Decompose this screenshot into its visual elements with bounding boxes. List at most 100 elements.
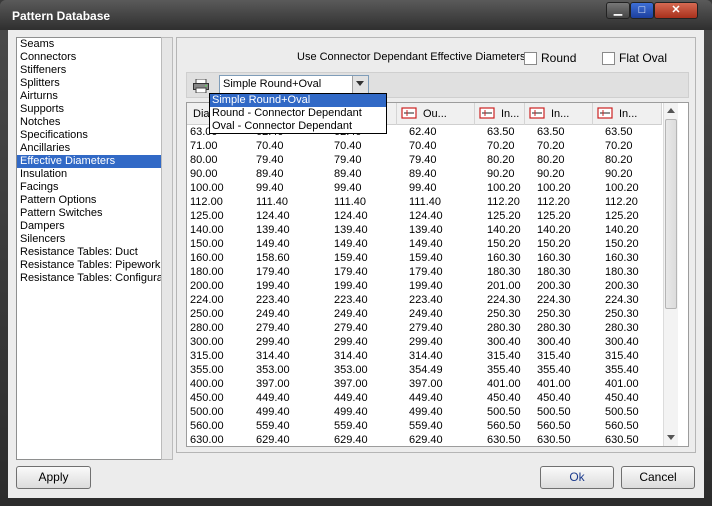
table-cell[interactable]: 250.00 bbox=[190, 307, 224, 321]
table-cell[interactable]: 279.40 bbox=[409, 321, 443, 335]
table-cell[interactable]: 201.00 bbox=[487, 279, 521, 293]
table-row[interactable]: 200.00 199.40 199.40 199.40 201.00 200.30 200.… bbox=[187, 279, 662, 293]
table-vertical-scrollbar[interactable] bbox=[663, 103, 678, 446]
table-cell[interactable]: 179.40 bbox=[409, 265, 443, 279]
table-row[interactable]: 71.00 70.40 70.40 70.40 70.20 70.20 70.20 bbox=[187, 139, 662, 153]
nav-item[interactable]: Ancillaries bbox=[17, 142, 168, 155]
nav-item[interactable]: Resistance Tables: Pipework bbox=[17, 259, 168, 272]
table-cell[interactable]: 299.40 bbox=[409, 335, 443, 349]
table-cell[interactable]: 280.30 bbox=[605, 321, 639, 335]
table-cell[interactable]: 355.40 bbox=[537, 363, 571, 377]
table-cell[interactable]: 180.00 bbox=[190, 265, 224, 279]
table-cell[interactable]: 353.00 bbox=[256, 363, 290, 377]
column-header[interactable]: Ou... bbox=[397, 103, 475, 125]
table-row[interactable]: 125.00 124.40 124.40 124.40 125.20 125.20 125.… bbox=[187, 209, 662, 223]
table-cell[interactable]: 71.00 bbox=[190, 139, 218, 153]
table-cell[interactable]: 79.40 bbox=[334, 153, 362, 167]
table-cell[interactable]: 280.30 bbox=[487, 321, 521, 335]
table-cell[interactable]: 499.40 bbox=[334, 405, 368, 419]
table-cell[interactable]: 250.30 bbox=[537, 307, 571, 321]
cancel-button[interactable]: Cancel bbox=[621, 466, 695, 489]
nav-item[interactable]: Insulation bbox=[17, 168, 168, 181]
table-cell[interactable]: 401.00 bbox=[605, 377, 639, 391]
table-cell[interactable]: 224.00 bbox=[190, 293, 224, 307]
ok-button[interactable]: Ok bbox=[540, 466, 614, 489]
table-cell[interactable]: 400.00 bbox=[190, 377, 224, 391]
table-cell[interactable]: 200.30 bbox=[537, 279, 571, 293]
table-cell[interactable]: 112.20 bbox=[537, 195, 570, 209]
printer-icon[interactable] bbox=[193, 78, 209, 94]
table-cell[interactable]: 89.40 bbox=[256, 167, 284, 181]
table-row[interactable]: 400.00 397.00 397.00 397.00 401.00 401.00 401.… bbox=[187, 377, 662, 391]
table-cell[interactable]: 449.40 bbox=[256, 391, 290, 405]
table-cell[interactable]: 90.20 bbox=[605, 167, 633, 181]
table-cell[interactable]: 315.00 bbox=[190, 349, 224, 363]
nav-item[interactable]: Dampers bbox=[17, 220, 168, 233]
table-cell[interactable]: 180.30 bbox=[537, 265, 571, 279]
table-cell[interactable]: 499.40 bbox=[409, 405, 443, 419]
table-row[interactable]: 150.00 149.40 149.40 149.40 150.20 150.20 150.… bbox=[187, 237, 662, 251]
table-cell[interactable]: 630.50 bbox=[537, 433, 571, 446]
table-cell[interactable]: 315.40 bbox=[537, 349, 571, 363]
dropdown-option[interactable]: Oval - Connector Dependant bbox=[210, 120, 386, 133]
table-cell[interactable]: 100.00 bbox=[190, 181, 224, 195]
table-cell[interactable]: 140.00 bbox=[190, 223, 224, 237]
table-cell[interactable]: 80.20 bbox=[487, 153, 515, 167]
table-cell[interactable]: 630.50 bbox=[487, 433, 521, 446]
table-cell[interactable]: 125.20 bbox=[487, 209, 521, 223]
table-cell[interactable]: 199.40 bbox=[256, 279, 290, 293]
table-cell[interactable]: 314.40 bbox=[409, 349, 443, 363]
scroll-up-icon[interactable] bbox=[667, 108, 675, 113]
table-cell[interactable]: 150.20 bbox=[487, 237, 521, 251]
table-cell[interactable]: 560.50 bbox=[487, 419, 521, 433]
nav-item[interactable]: Airturns bbox=[17, 90, 168, 103]
table-cell[interactable]: 180.30 bbox=[487, 265, 521, 279]
table-cell[interactable]: 560.50 bbox=[605, 419, 639, 433]
table-cell[interactable]: 90.20 bbox=[537, 167, 565, 181]
nav-item[interactable]: Resistance Tables: Duct bbox=[17, 246, 168, 259]
table-cell[interactable]: 112.00 bbox=[190, 195, 223, 209]
table-row[interactable]: 160.00 158.60 159.40 159.40 160.30 160.30 160.… bbox=[187, 251, 662, 265]
table-cell[interactable]: 397.00 bbox=[256, 377, 290, 391]
table-cell[interactable]: 450.40 bbox=[605, 391, 639, 405]
nav-item[interactable]: Connectors bbox=[17, 51, 168, 64]
table-cell[interactable]: 124.40 bbox=[256, 209, 290, 223]
table-cell[interactable]: 112.20 bbox=[487, 195, 520, 209]
table-cell[interactable]: 629.40 bbox=[409, 433, 443, 446]
table-cell[interactable]: 449.40 bbox=[409, 391, 443, 405]
table-row[interactable]: 112.00 111.40 111.40 111.40 112.20 112.20 112.… bbox=[187, 195, 662, 209]
table-cell[interactable]: 111.40 bbox=[256, 195, 288, 209]
table-cell[interactable]: 224.30 bbox=[537, 293, 571, 307]
dropdown-option[interactable]: Simple Round+Oval bbox=[210, 94, 386, 107]
table-cell[interactable]: 139.40 bbox=[409, 223, 443, 237]
table-cell[interactable]: 630.50 bbox=[605, 433, 639, 446]
table-cell[interactable]: 125.00 bbox=[190, 209, 224, 223]
table-cell[interactable]: 280.00 bbox=[190, 321, 224, 335]
nav-item[interactable]: Splitters bbox=[17, 77, 168, 90]
table-cell[interactable]: 354.49 bbox=[409, 363, 443, 377]
table-cell[interactable]: 100.20 bbox=[537, 181, 571, 195]
diameter-mode-dropdown[interactable]: Simple Round+Oval Round - Connector Depen… bbox=[209, 93, 387, 134]
nav-item[interactable]: Effective Diameters bbox=[17, 155, 168, 168]
table-cell[interactable]: 300.40 bbox=[537, 335, 571, 349]
table-cell[interactable]: 124.40 bbox=[334, 209, 368, 223]
table-cell[interactable]: 299.40 bbox=[256, 335, 290, 349]
close-button[interactable]: ✕ bbox=[654, 2, 698, 19]
table-cell[interactable]: 300.00 bbox=[190, 335, 224, 349]
table-cell[interactable]: 299.40 bbox=[334, 335, 368, 349]
table-cell[interactable]: 159.40 bbox=[334, 251, 368, 265]
table-cell[interactable]: 140.20 bbox=[487, 223, 521, 237]
table-cell[interactable]: 160.30 bbox=[537, 251, 571, 265]
table-cell[interactable]: 499.40 bbox=[256, 405, 290, 419]
table-cell[interactable]: 559.40 bbox=[409, 419, 443, 433]
chevron-down-icon[interactable] bbox=[352, 76, 368, 93]
table-cell[interactable]: 224.30 bbox=[605, 293, 639, 307]
table-cell[interactable]: 223.40 bbox=[334, 293, 368, 307]
apply-button[interactable]: Apply bbox=[16, 466, 91, 489]
table-cell[interactable]: 63.50 bbox=[537, 125, 565, 139]
table-cell[interactable]: 300.40 bbox=[487, 335, 521, 349]
table-cell[interactable]: 629.40 bbox=[256, 433, 290, 446]
table-cell[interactable]: 314.40 bbox=[334, 349, 368, 363]
table-cell[interactable]: 223.40 bbox=[409, 293, 443, 307]
table-cell[interactable]: 355.40 bbox=[487, 363, 521, 377]
